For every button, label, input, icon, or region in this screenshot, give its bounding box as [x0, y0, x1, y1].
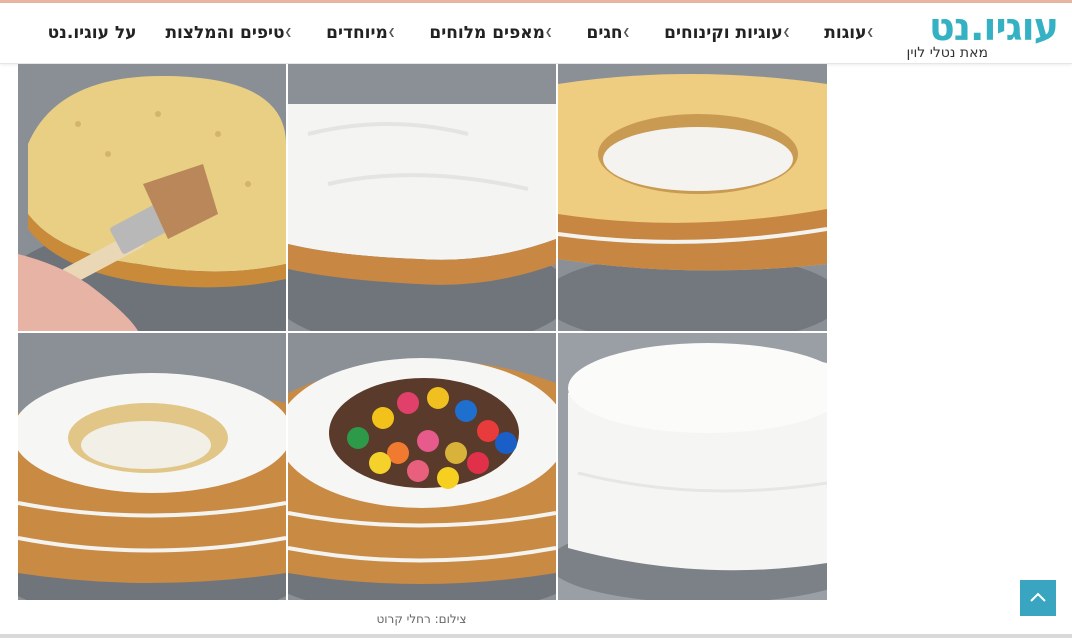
menu-item-label: עוגות: [824, 23, 867, 43]
photo-brushing-syrup: [18, 64, 286, 331]
chevron-down-icon: ❯: [866, 28, 874, 38]
menu-item-label: טיפים והמלצות: [165, 23, 285, 43]
photo-stacked-layers: [18, 333, 286, 600]
menu-item-holidays[interactable]: חגים ❯: [586, 23, 635, 43]
menu-item-label: על עוגיו.נט: [47, 23, 137, 43]
menu-item-label: חגים: [586, 23, 623, 43]
photo-gallery: [18, 64, 827, 600]
menu-item-tips[interactable]: טיפים והמלצות ❯: [165, 23, 297, 43]
site-logo[interactable]: עוגיו.נט מאת נטלי לוין: [888, 5, 1059, 61]
logo-tagline: מאת נטלי לוין: [906, 45, 988, 61]
bottom-divider: [0, 634, 1072, 638]
photo-candy-filled-cake: [288, 333, 556, 600]
main-menu: עוגות ❯ עוגיות וקינוחים ❯ חגים ❯ מאפים מ…: [48, 3, 879, 63]
back-to-top-button[interactable]: [1020, 580, 1056, 616]
photo-cake-ring: [558, 64, 827, 331]
menu-item-label: מיוחדים: [326, 23, 388, 43]
chevron-down-icon: ❯: [622, 28, 631, 38]
menu-item-cookies-desserts[interactable]: עוגיות וקינוחים ❯: [664, 23, 795, 43]
menu-item-special[interactable]: מיוחדים ❯: [326, 23, 400, 43]
chevron-up-icon: [1030, 592, 1046, 602]
menu-item-savory-pastries[interactable]: מאפים מלוחים ❯: [429, 23, 557, 43]
menu-item-cakes[interactable]: עוגות ❯: [824, 23, 879, 43]
photo-finished-cake: [558, 333, 827, 600]
menu-item-label: עוגיות וקינוחים: [664, 23, 783, 43]
chevron-down-icon: ❯: [782, 28, 791, 38]
chevron-down-icon: ❯: [544, 28, 553, 38]
chevron-down-icon: ❯: [387, 28, 396, 38]
chevron-down-icon: ❯: [284, 28, 293, 38]
menu-item-about[interactable]: על עוגיו.נט: [48, 23, 137, 43]
main-navigation: עוגיו.נט מאת נטלי לוין עוגות ❯ עוגיות וק…: [0, 3, 1072, 64]
menu-item-label: מאפים מלוחים: [429, 23, 545, 43]
photo-credit-caption: צילום: רחלי קרוט: [376, 612, 467, 626]
photo-frosted-layer: [288, 64, 556, 331]
logo-text: עוגיו.נט: [928, 5, 1059, 49]
